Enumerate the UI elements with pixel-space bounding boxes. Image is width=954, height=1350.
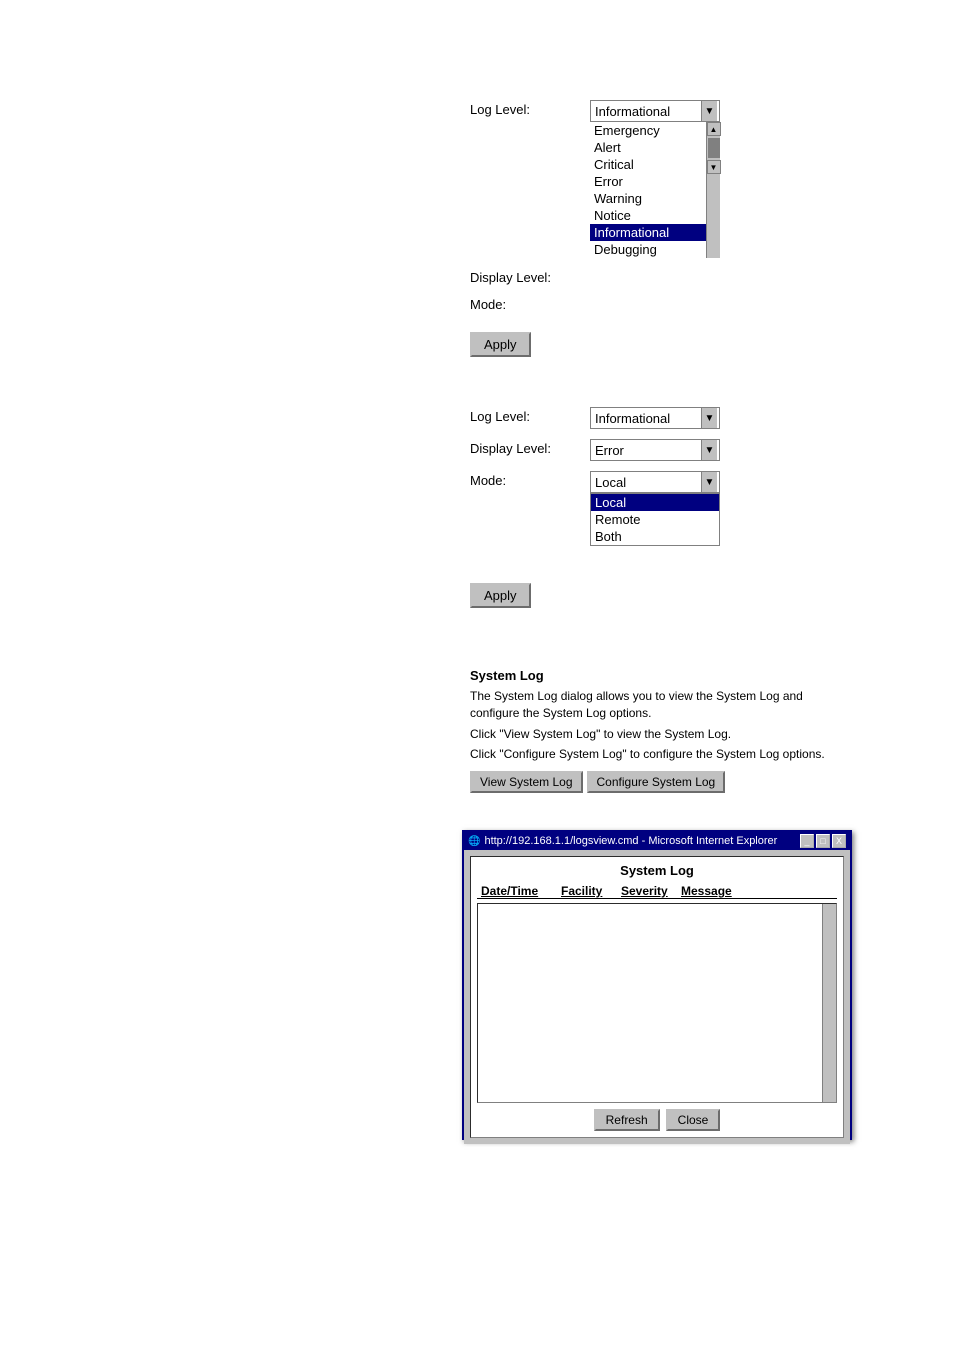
col-message[interactable]: Message xyxy=(677,884,837,898)
log-level-dropdown-1[interactable]: Informational ▼ Emergency Alert Critical… xyxy=(590,100,720,258)
popup-inner: System Log Date/Time Facility Severity M… xyxy=(470,856,844,1138)
display-level-value-2: Error xyxy=(593,443,701,458)
configure-system-log-btn[interactable]: Configure System Log xyxy=(587,771,726,793)
system-log-section: System Log The System Log dialog allows … xyxy=(470,668,930,793)
display-level-arrow-2[interactable]: ▼ xyxy=(701,440,717,460)
col-severity[interactable]: Severity xyxy=(617,884,677,898)
mode-label-1: Mode: xyxy=(470,295,590,312)
system-log-desc2: Click "View System Log" to view the Syst… xyxy=(470,726,850,743)
option-error[interactable]: Error xyxy=(590,173,706,190)
option-alert[interactable]: Alert xyxy=(590,139,706,156)
mode-label-2: Mode: xyxy=(470,471,590,488)
popup-titlebar-icon: 🌐 xyxy=(468,836,480,847)
log-level-value-1: Informational xyxy=(593,104,701,119)
mode-dropdown-2[interactable]: Local ▼ Local Remote Both xyxy=(590,471,720,493)
system-log-desc3: Click "Configure System Log" to configur… xyxy=(470,746,850,763)
option-informational[interactable]: Informational xyxy=(590,224,706,241)
mode-arrow-2[interactable]: ▼ xyxy=(701,472,717,492)
col-datetime[interactable]: Date/Time xyxy=(477,884,557,898)
main-content: Log Level: Informational ▼ Emergency Ale… xyxy=(470,100,930,793)
minimize-btn[interactable]: _ xyxy=(800,834,814,848)
popup-log-area xyxy=(477,903,837,1103)
system-log-desc1: The System Log dialog allows you to view… xyxy=(470,688,850,722)
scroll-thumb-1 xyxy=(708,138,720,158)
mode-option-local[interactable]: Local xyxy=(591,494,719,511)
popup-body: System Log Date/Time Facility Severity M… xyxy=(464,850,850,1144)
apply-button-2[interactable]: Apply xyxy=(470,583,531,608)
mode-list-2: Local Remote Both xyxy=(590,493,720,546)
popup-titlebar-text: http://192.168.1.1/logsview.cmd - Micros… xyxy=(484,835,800,847)
log-level-arrow-2[interactable]: ▼ xyxy=(701,408,717,428)
section2: Log Level: Informational ▼ Display Level… xyxy=(470,407,930,638)
view-system-log-btn[interactable]: View System Log xyxy=(470,771,583,793)
scroll-down-1[interactable]: ▼ xyxy=(707,160,721,174)
log-level-value-2: Informational xyxy=(593,411,701,426)
system-log-title: System Log xyxy=(470,668,930,683)
mode-value-2: Local xyxy=(593,475,701,490)
log-level-options-1: Emergency Alert Critical Error Warning N… xyxy=(590,122,706,258)
log-level-list-1: Emergency Alert Critical Error Warning N… xyxy=(590,122,720,258)
popup-scrollbar[interactable] xyxy=(822,904,836,1102)
section1: Log Level: Informational ▼ Emergency Ale… xyxy=(470,100,930,387)
option-notice[interactable]: Notice xyxy=(590,207,706,224)
mode-row-2: Mode: Local ▼ Local Remote Both xyxy=(470,471,930,493)
popup-heading: System Log xyxy=(477,863,837,878)
option-warning[interactable]: Warning xyxy=(590,190,706,207)
close-btn[interactable]: X xyxy=(832,834,846,848)
refresh-btn[interactable]: Refresh xyxy=(594,1109,660,1131)
display-level-label-2: Display Level: xyxy=(470,439,590,456)
log-level-label-1: Log Level: xyxy=(470,100,590,117)
option-critical[interactable]: Critical xyxy=(590,156,706,173)
log-level-arrow-1[interactable]: ▼ xyxy=(701,101,717,121)
popup-window-controls: _ □ X xyxy=(800,834,846,848)
display-level-dropdown-2[interactable]: Error ▼ xyxy=(590,439,720,461)
display-level-label-1: Display Level: xyxy=(470,268,590,285)
log-level-label-2: Log Level: xyxy=(470,407,590,424)
mode-dropdown-header-2[interactable]: Local ▼ xyxy=(590,471,720,493)
apply-button-1[interactable]: Apply xyxy=(470,332,531,357)
system-log-buttons: View System Log Configure System Log xyxy=(470,771,930,793)
maximize-btn[interactable]: □ xyxy=(816,834,830,848)
log-level-dropdown-2[interactable]: Informational ▼ xyxy=(590,407,720,429)
log-level-scrollbar-1[interactable]: ▲ ▼ xyxy=(706,122,720,258)
display-level-row-1: Display Level: xyxy=(470,268,930,285)
display-level-row-2: Display Level: Error ▼ xyxy=(470,439,930,461)
log-level-row-1: Log Level: Informational ▼ Emergency Ale… xyxy=(470,100,930,258)
popup-buttons: Refresh Close xyxy=(477,1109,837,1131)
popup-titlebar: 🌐 http://192.168.1.1/logsview.cmd - Micr… xyxy=(464,832,850,850)
close-popup-btn[interactable]: Close xyxy=(666,1109,721,1131)
log-level-dropdown-header-1[interactable]: Informational ▼ xyxy=(590,100,720,122)
popup-table-header: Date/Time Facility Severity Message xyxy=(477,884,837,899)
option-emergency[interactable]: Emergency xyxy=(590,122,706,139)
log-level-row-2: Log Level: Informational ▼ xyxy=(470,407,930,429)
mode-option-both[interactable]: Both xyxy=(591,528,719,545)
mode-option-remote[interactable]: Remote xyxy=(591,511,719,528)
option-debugging[interactable]: Debugging xyxy=(590,241,706,258)
scroll-up-1[interactable]: ▲ xyxy=(707,122,721,136)
col-facility[interactable]: Facility xyxy=(557,884,617,898)
popup-window: 🌐 http://192.168.1.1/logsview.cmd - Micr… xyxy=(462,830,852,1140)
mode-row-1: Mode: xyxy=(470,295,930,312)
